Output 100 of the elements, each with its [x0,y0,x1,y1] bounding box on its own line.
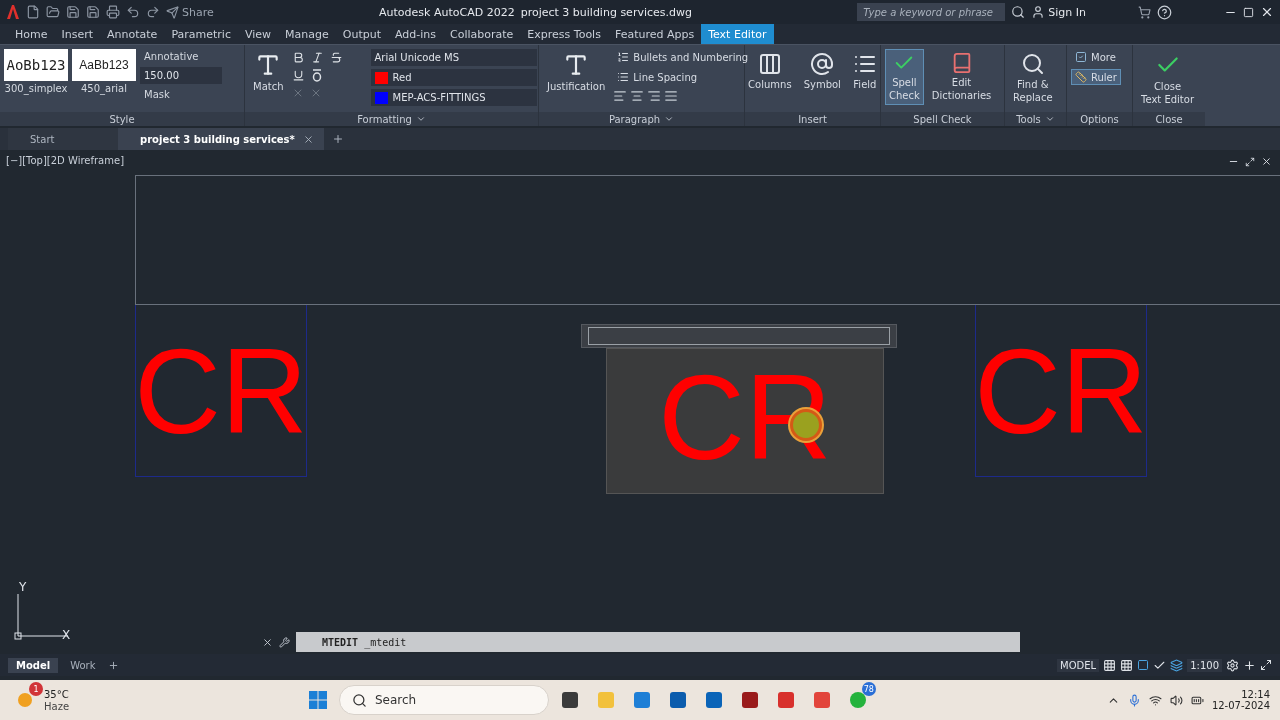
insert-button[interactable]: Symbol [799,49,845,94]
panel-title: Style [0,112,244,126]
panel-title: Insert [745,112,880,126]
settings-icon[interactable] [1226,658,1239,672]
maximize-icon[interactable] [1260,659,1272,671]
grid-icon[interactable] [1103,658,1117,672]
panel-title: Paragraph [539,112,744,126]
model-space-button[interactable]: MODEL [1057,658,1100,672]
spell-check-button[interactable]: Spell Check [885,49,924,105]
drawing-text: CR [974,330,1148,451]
overline-icon[interactable] [310,69,323,82]
ribbon-tab[interactable]: Text Editor [701,24,774,44]
search-icon[interactable] [1011,5,1026,19]
clock-time[interactable]: 12:14 [1241,689,1270,700]
search-field[interactable]: Type a keyword or phrase [857,3,1006,21]
annotative-button[interactable]: Annotative [140,49,222,64]
taskbar-search[interactable]: Search [338,685,549,715]
viewport-label[interactable]: [−][Top][2D Wireframe] [6,155,125,166]
edit-dictionaries-button[interactable]: Edit Dictionaries [927,49,996,105]
alert-badge: 1 [29,682,43,696]
ribbon-tab[interactable]: Collaborate [443,24,521,44]
ribbon-tab[interactable]: Output [335,24,388,44]
more-button[interactable]: More [1071,49,1121,65]
italic-icon[interactable] [310,51,324,64]
add-layout-icon[interactable] [107,659,119,671]
layer-dropdown[interactable]: MEP-ACS-FITTINGS [370,89,537,106]
clock-date[interactable]: 12-07-2024 [1211,700,1270,711]
close-icon[interactable] [262,636,273,648]
printer-icon[interactable] [106,5,120,19]
redo-icon[interactable] [146,5,160,19]
find-and-replace-button[interactable]: Find & Replace [1009,49,1057,107]
save-icon[interactable] [66,5,80,19]
font-dropdown[interactable]: Arial Unicode MS [370,49,537,66]
layer-name: MEP-ACS-FITTINGS [392,92,486,103]
ruler-button[interactable]: Ruler [1071,69,1121,85]
new-file-icon[interactable] [26,5,40,19]
align-right-icon[interactable] [647,89,662,103]
ribbon-tab[interactable]: Annotate [100,24,165,44]
ribbon-tab[interactable]: Insert [54,24,101,44]
open-folder-icon[interactable] [46,5,60,19]
ribbon-tab[interactable]: Manage [278,24,336,44]
plus-icon[interactable] [1243,658,1256,672]
align-center-icon[interactable] [630,89,645,103]
align-justify-icon[interactable] [664,89,679,103]
wifi-icon[interactable] [1148,693,1162,707]
underline-icon[interactable] [291,69,305,82]
microphone-icon[interactable] [1127,693,1141,707]
color-dropdown[interactable]: Red [370,69,537,86]
text-height-dropdown[interactable]: 150.00 [140,67,222,84]
sign-in-button[interactable]: Sign In [1031,5,1086,19]
match-button[interactable]: Match [249,49,288,96]
app-logo-icon[interactable] [6,4,20,20]
ribbon-tab[interactable]: View [237,24,279,44]
close-icon[interactable] [1261,156,1272,167]
undo-icon[interactable] [126,5,140,19]
align-left-icon[interactable] [613,89,628,103]
ribbon-tab[interactable]: Express Tools [520,24,608,44]
share-button[interactable]: Share [166,5,214,19]
caret-icon [1044,114,1055,124]
user-icon [1031,5,1046,19]
cart-icon[interactable] [1138,5,1151,19]
panel-title: Tools [1005,112,1066,126]
ribbon-tab[interactable]: Home [8,24,55,44]
ribbon-tab[interactable]: Parametric [164,24,238,44]
mask-button[interactable]: Mask [140,87,222,102]
bullets-and-numbering-button[interactable]: Bullets and Numbering [613,49,753,65]
color-name: Red [392,72,412,83]
restore-icon[interactable] [1245,156,1255,167]
help-icon[interactable] [1157,4,1172,20]
line-spacing-icon [617,71,630,83]
annotation-scale-button[interactable]: 1:100 [1187,658,1222,672]
search-icon [351,692,367,708]
save-as-icon[interactable] [86,5,100,19]
chat-app-button[interactable]: 78 [842,685,873,715]
document-tab[interactable]: Start [8,128,118,150]
volume-icon[interactable] [1169,693,1183,707]
weather-button[interactable]: 1 [10,685,40,715]
layout-tab[interactable]: Work [62,657,104,673]
y-axis-label: Y [19,580,27,594]
file-name: project 3 building services.dwg [520,5,692,19]
caret-icon [415,114,426,124]
chat-icon [847,690,868,710]
layers-icon[interactable] [1170,658,1184,672]
close-icon[interactable] [1260,5,1274,19]
columns-icon [757,52,782,76]
layout-tab[interactable]: Model [8,657,59,673]
close-text-editor-button[interactable]: Close Text Editor [1137,49,1198,109]
panel-title: Options [1067,112,1132,126]
document-tab[interactable]: project 3 building services* [118,128,324,150]
ribbon-tab[interactable]: Add-ins [388,24,444,44]
wrench-icon[interactable] [279,636,290,648]
ortho-icon[interactable] [1137,659,1150,671]
text-ruler[interactable] [581,324,897,348]
snap-icon[interactable] [1120,658,1134,672]
strikethrough-icon[interactable] [329,51,343,64]
maximize-icon[interactable] [1243,6,1254,18]
insert-button[interactable]: Field [848,49,881,94]
ruler-icon [1075,71,1087,83]
ribbon-tab[interactable]: Featured Apps [607,24,702,44]
justification-button[interactable]: Justification [543,49,610,96]
